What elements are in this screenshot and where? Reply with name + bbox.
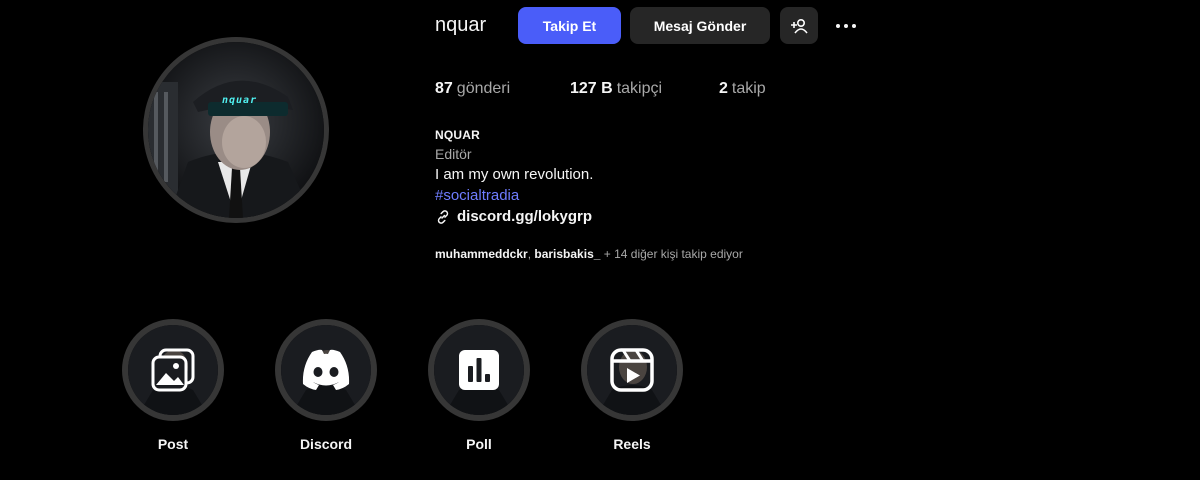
reels-icon bbox=[610, 348, 654, 392]
highlight-label: Poll bbox=[466, 436, 492, 452]
bio-text: I am my own revolution. bbox=[435, 166, 594, 183]
message-button[interactable]: Mesaj Gönder bbox=[630, 7, 770, 44]
bar-chart-icon bbox=[459, 350, 499, 390]
more-horizontal-icon bbox=[836, 24, 840, 28]
bio-link-text: discord.gg/lokygrp bbox=[457, 208, 593, 225]
bio-name: NQUAR bbox=[435, 128, 480, 142]
suggest-users-button[interactable] bbox=[780, 7, 818, 44]
highlight-post[interactable]: Post bbox=[120, 319, 226, 453]
highlight-cover bbox=[587, 325, 677, 415]
highlight-poll[interactable]: Poll bbox=[426, 319, 532, 453]
avatar-cap-text: nquar bbox=[222, 95, 258, 106]
avatar-image bbox=[148, 42, 324, 218]
discord-icon bbox=[302, 349, 350, 390]
highlight-cover bbox=[281, 325, 371, 415]
bio-hashtag-link[interactable]: #socialtradia bbox=[435, 185, 935, 206]
highlight-discord[interactable]: Discord bbox=[273, 319, 379, 453]
profile-bio: NQUAR Editör I am my own revolution. #so… bbox=[435, 127, 935, 227]
follow-button[interactable]: Takip Et bbox=[518, 7, 621, 44]
profile-avatar[interactable] bbox=[143, 37, 329, 223]
profile-username: nquar bbox=[435, 14, 487, 36]
highlight-reels[interactable]: Reels bbox=[579, 319, 685, 453]
add-user-icon bbox=[791, 18, 808, 34]
followers-count[interactable]: 127 Btakipçi bbox=[570, 79, 662, 99]
highlight-label: Reels bbox=[613, 436, 651, 452]
highlight-label: Post bbox=[157, 436, 189, 452]
bio-external-link[interactable]: discord.gg/lokygrp bbox=[435, 206, 935, 227]
highlight-cover bbox=[434, 325, 524, 415]
link-icon bbox=[437, 209, 449, 224]
posts-count: 87 gönderi bbox=[435, 80, 511, 97]
highlight-label: Discord bbox=[299, 436, 353, 452]
gallery-icon bbox=[151, 348, 195, 392]
bio-category: Editör bbox=[435, 146, 472, 162]
following-count[interactable]: 2 takip bbox=[719, 79, 766, 99]
followed-by-text[interactable]: muhammeddckr, barisbakis_ + 14 diğer kiş… bbox=[435, 247, 743, 261]
more-options-button[interactable] bbox=[832, 14, 860, 38]
highlight-cover bbox=[128, 325, 218, 415]
